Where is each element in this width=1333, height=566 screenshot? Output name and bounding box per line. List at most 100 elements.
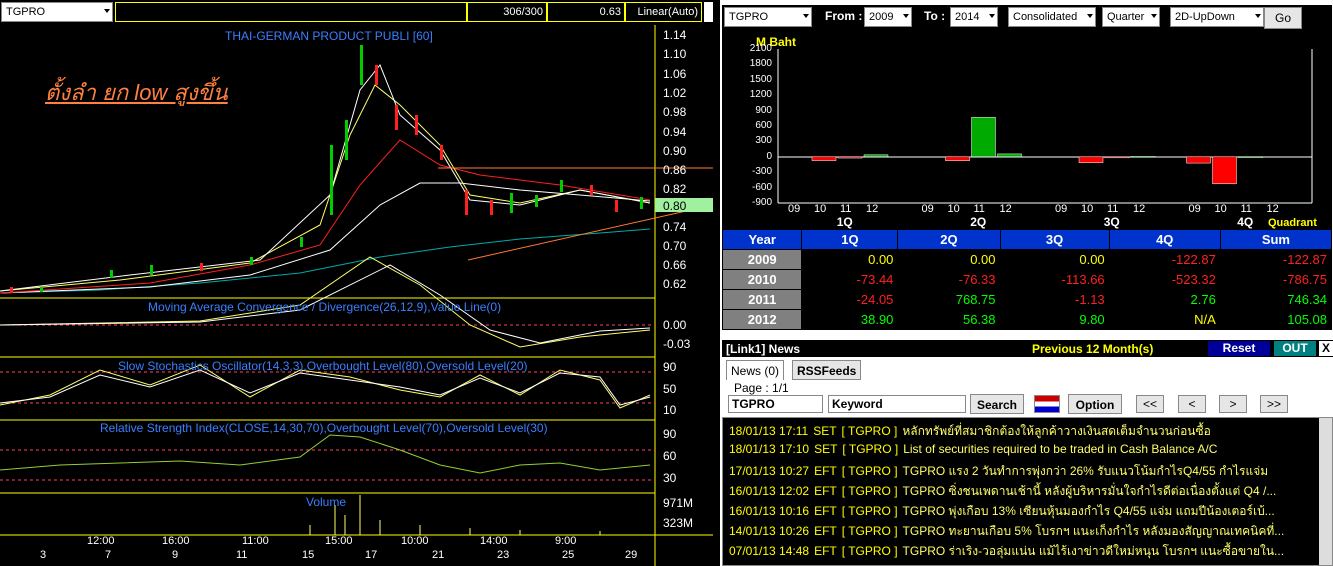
day-label: 23	[497, 549, 510, 561]
news-src: EFT	[814, 504, 837, 518]
table-row: 2012 38.90 56.38 9.80 N/A 105.08	[721, 309, 1333, 330]
bar-x-tick: 11	[840, 203, 852, 215]
out-button[interactable]: OUT	[1274, 341, 1316, 356]
period-value: Quarter	[1107, 11, 1145, 23]
macd-tick: 0.00	[663, 318, 687, 332]
value-cell: -24.05	[801, 289, 899, 310]
news-item[interactable]: 18/01/13 17:10 SET [ TGPRO ] List of securi…	[729, 442, 1299, 456]
reset-button[interactable]: Reset	[1208, 341, 1270, 356]
bar-x-tick: 09	[921, 203, 934, 215]
bar-y-tick: 600	[755, 120, 772, 131]
bar-1Q-11	[837, 156, 863, 159]
stoch-tick: 90	[663, 360, 677, 374]
search-button[interactable]: Search	[970, 394, 1024, 414]
news-date: 18/01/13 17:11	[729, 424, 809, 438]
symbol-value: TGPRO	[6, 6, 46, 18]
quarter-label: 1Q	[836, 215, 853, 229]
quadrant-caption: Quadrant	[1268, 217, 1317, 229]
news-item[interactable]: 14/01/13 10:26 EFT [ TGPRO ] TGPRO ทะยานเกื…	[729, 522, 1299, 541]
bar-x-tick: 09	[788, 203, 801, 215]
keyword-input[interactable]: Keyword	[828, 395, 966, 413]
tab-news[interactable]: News (0)	[726, 360, 785, 380]
close-button[interactable]: X	[1319, 341, 1333, 356]
stoch-title: Slow Stochastics Oscillator(14,3,3),Over…	[118, 359, 528, 373]
stoch-tick: 10	[663, 403, 677, 417]
bar-4Q-10	[1212, 156, 1237, 184]
bar-count: 306/300	[467, 2, 547, 22]
scale-mode[interactable]: Linear(Auto)	[625, 2, 702, 22]
day-label: 29	[625, 549, 638, 561]
period-dropdown[interactable]: Quarter	[1102, 7, 1160, 27]
bar-x-tick: 12	[1133, 203, 1146, 215]
price-chart[interactable]: THAI-GERMAN PRODUCT PUBLI [60] ตั้งลำ ยก…	[0, 25, 713, 566]
from-dropdown[interactable]: 2009	[864, 7, 912, 27]
financial-table: Year 1Q 2Q 3Q 4Q Sum 2009 0.00 0.00 0.00 -12…	[721, 229, 1333, 330]
price-tick: 1.06	[663, 67, 687, 81]
symbol-dropdown[interactable]: TGPRO	[1, 2, 113, 22]
price-tick: 1.10	[663, 47, 687, 61]
previous-months-label: Previous 12 Month(s)	[1032, 342, 1154, 356]
time-label: 12:00	[87, 535, 115, 547]
to-dropdown[interactable]: 2014	[950, 7, 998, 27]
value-cell: 0.00	[897, 249, 1001, 270]
news-title: [Link1] News	[726, 342, 801, 356]
bar-3Q-12	[1130, 156, 1156, 158]
value-cell: 105.08	[1219, 309, 1333, 330]
chevron-down-icon	[803, 14, 809, 18]
bar-1Q-10	[811, 156, 837, 161]
news-item[interactable]: 07/01/13 14:48 EFT [ TGPRO ] TGPRO ร่าเริง-…	[729, 542, 1299, 561]
bar-canvas	[777, 49, 1313, 204]
view-dropdown[interactable]: 2D-UpDown	[1170, 7, 1264, 27]
current-price-label: 0.80	[663, 199, 687, 213]
header-sum: Sum	[1219, 229, 1333, 250]
bar-2Q-12	[997, 153, 1022, 158]
news-symbol-input[interactable]: TGPRO	[728, 395, 823, 413]
value-cell: 56.38	[897, 309, 1001, 330]
flag-icon[interactable]	[1034, 395, 1060, 413]
news-sym: [ TGPRO ]	[841, 464, 898, 478]
fin-symbol-dropdown[interactable]: TGPRO	[724, 7, 812, 27]
scrollbar[interactable]	[1319, 418, 1332, 565]
bar-x-tick: 10	[1081, 203, 1094, 215]
news-text: TGPRO พุ่งเกือบ 13% เซียนหุ้นมองกำไร Q4/…	[902, 504, 1275, 518]
news-item[interactable]: 16/01/13 10:16 EFT [ TGPRO ] TGPRO พุ่งเกือ…	[729, 502, 1299, 521]
go-button[interactable]: Go	[1264, 7, 1302, 29]
from-value: 2009	[869, 11, 894, 23]
chart-title: THAI-GERMAN PRODUCT PUBLI [60]	[225, 29, 433, 43]
type-dropdown[interactable]: Consolidated	[1008, 7, 1096, 27]
bar-2Q-10	[945, 156, 970, 161]
quarterly-bar-chart: M Baht 2100 1800 1500 1200 900 600 300 0 -300 -60…	[722, 31, 1332, 229]
bar-4Q-11	[1238, 156, 1263, 158]
year-cell: 2011	[721, 289, 803, 310]
bar-4Q-09	[1186, 156, 1211, 164]
first-page-button[interactable]: <<	[1136, 395, 1164, 413]
option-button[interactable]: Option	[1068, 394, 1122, 414]
time-label: 16:00	[162, 535, 190, 547]
news-text: TGPRO ซิ่งชนเพดานเช้านี้ หลังผู้บริหารมั…	[902, 484, 1277, 498]
price-tick: 1.02	[663, 86, 687, 100]
prev-page-button[interactable]: <	[1178, 395, 1206, 413]
price-tick: 1.14	[663, 28, 687, 42]
news-item[interactable]: 17/01/13 10:27 EFT [ TGPRO ] TGPRO แรง 2 วั…	[729, 462, 1299, 481]
news-date: 14/01/13 10:26	[729, 524, 810, 538]
news-item[interactable]: 18/01/13 17:11 SET [ TGPRO ] หลักทรัพย์ที่ส…	[729, 422, 1299, 441]
news-src: EFT	[814, 484, 837, 498]
rsi-tick: 60	[663, 449, 677, 463]
bar-1Q-12	[863, 154, 889, 158]
news-text: TGPRO ร่าเริง-วอลุ่มแน่น แม้ไร้เงาข่าวดี…	[902, 544, 1285, 558]
bar-3Q-10	[1078, 156, 1104, 163]
type-value: Consolidated	[1013, 11, 1078, 23]
news-item[interactable]: 16/01/13 12:02 EFT [ TGPRO ] TGPRO ซิ่งชนเพ…	[729, 482, 1299, 501]
macd-title: Moving Average Convergence / Divergence(…	[148, 300, 502, 314]
next-page-button[interactable]: >	[1219, 395, 1247, 413]
tab-rssfeeds[interactable]: RSSFeeds	[792, 360, 862, 380]
news-controls: News (0) RSSFeeds Page : 1/1 TGPRO Keywo…	[722, 357, 1333, 417]
fin-symbol-value: TGPRO	[729, 11, 769, 23]
day-axis: 3 7 9 11 15 17 21 23 25 29	[0, 549, 655, 566]
value-cell: 0.00	[801, 249, 899, 270]
bar-x-tick: 12	[1266, 203, 1279, 215]
news-text: หลักทรัพย์ที่สมาชิกต้องให้ลูกค้าวางเงินส…	[902, 424, 1211, 438]
bar-y-tick: 0	[766, 150, 772, 162]
news-date: 18/01/13 17:10	[729, 442, 810, 456]
last-page-button[interactable]: >>	[1260, 395, 1288, 413]
